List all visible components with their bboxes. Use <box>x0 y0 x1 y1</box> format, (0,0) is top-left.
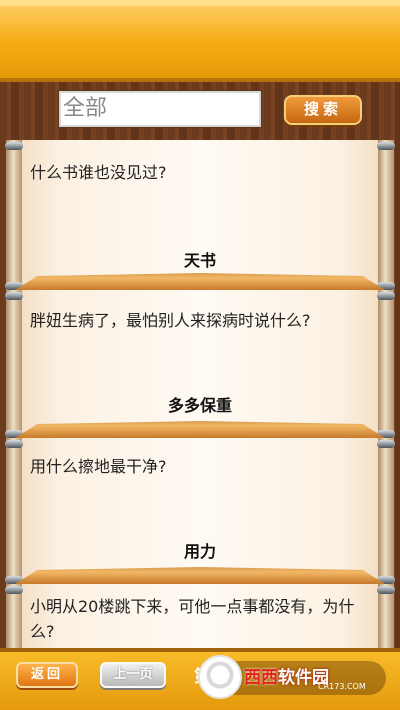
riddle-answer: 用力 <box>183 542 216 561</box>
riddle-question: 小明从20楼跳下来，可他一点事都没有，为什么? <box>30 597 355 641</box>
watermark: 西西软件园 CR173.COM <box>198 655 386 699</box>
riddle-question: 什么书谁也没见过? <box>30 163 167 182</box>
riddle-answer: 天书 <box>183 251 216 270</box>
watermark-brand: 西西软件园 <box>244 668 329 688</box>
riddle-card: 小明从20楼跳下来，可他一点事都没有，为什么? <box>0 584 400 648</box>
back-button[interactable]: 返回 <box>16 662 78 688</box>
previous-page-button[interactable]: 上一页 <box>100 662 166 688</box>
riddle-card: 用什么擦地最干净? 用力 <box>0 438 400 584</box>
search-input[interactable]: 全部 <box>58 90 262 128</box>
top-header <box>0 0 400 82</box>
riddle-card: 胖妞生病了，最怕别人来探病时说什么? 多多保重 <box>0 290 400 438</box>
search-button[interactable]: 搜索 <box>284 95 362 125</box>
riddle-question: 用什么擦地最干净? <box>30 457 167 476</box>
riddle-answer: 多多保重 <box>167 396 232 415</box>
watermark-logo-icon <box>198 655 242 699</box>
riddle-question: 胖妞生病了，最怕别人来探病时说什么? <box>30 311 311 330</box>
watermark-url: CR173.COM <box>318 682 366 691</box>
riddle-card: 什么书谁也没见过? 天书 <box>0 140 400 290</box>
scroll-roller <box>378 438 394 584</box>
riddle-list: 什么书谁也没见过? 天书 胖妞生病了，最怕别人来探病时说什么? 多多保重 用什么… <box>0 140 400 648</box>
scroll-roller <box>6 438 22 584</box>
